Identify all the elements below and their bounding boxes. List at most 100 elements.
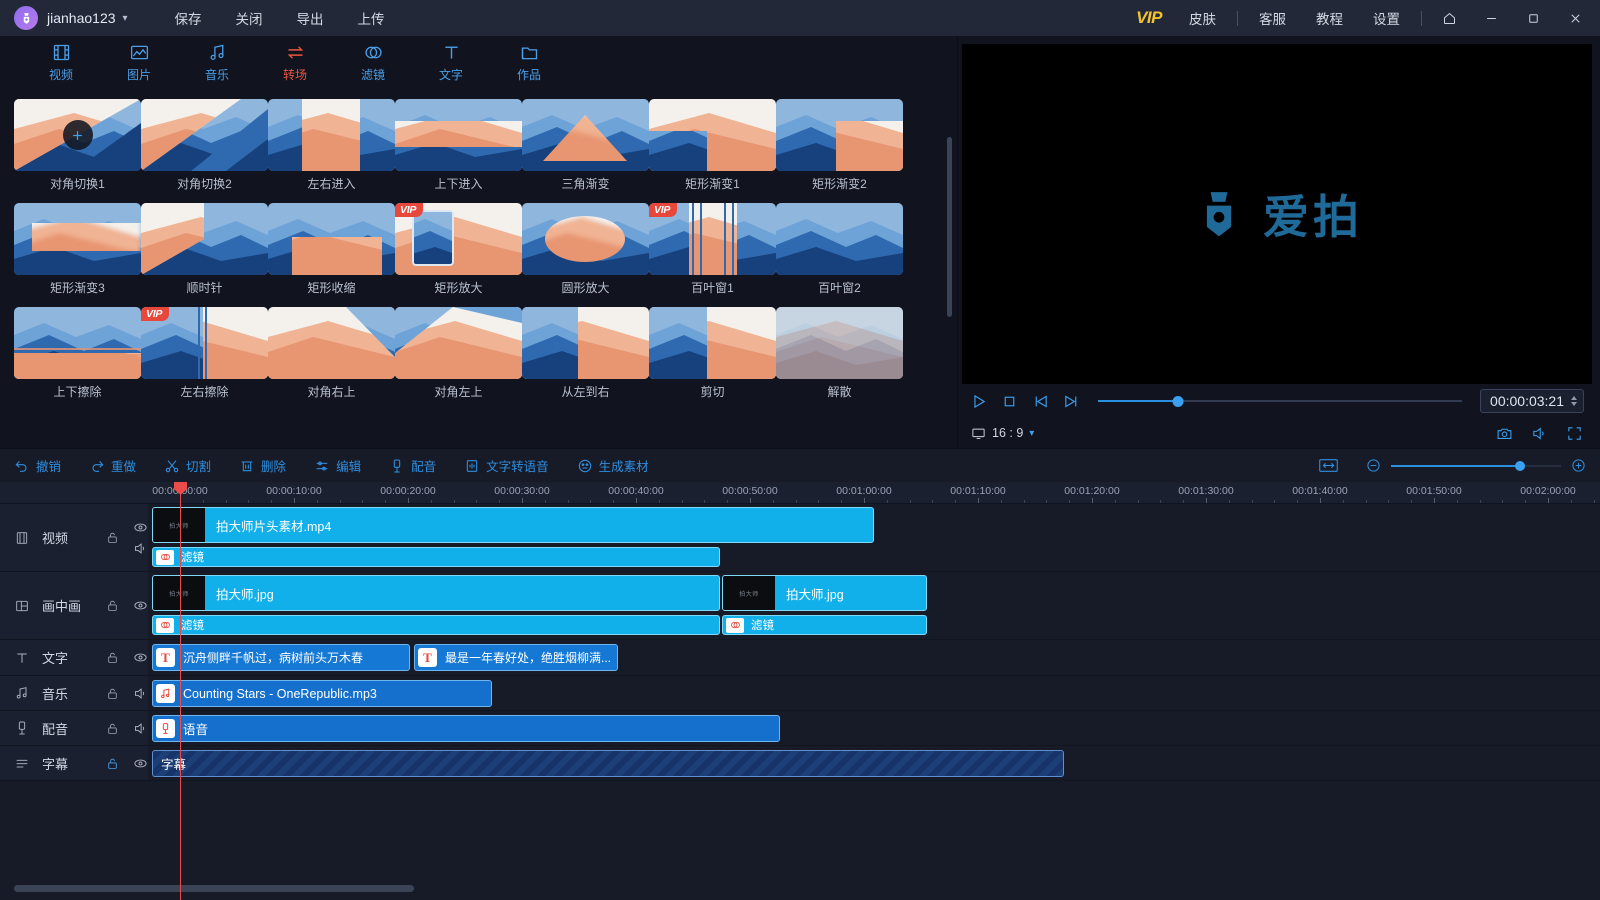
transition-tile[interactable]: 矩形渐变2: [776, 99, 903, 191]
eye-icon[interactable]: [133, 756, 148, 771]
seek-handle[interactable]: [1172, 395, 1184, 407]
export-button[interactable]: 导出: [280, 2, 341, 34]
lock-icon[interactable]: [106, 651, 119, 664]
settings-button[interactable]: 设置: [1358, 2, 1415, 34]
track-lane[interactable]: 字幕: [148, 746, 1600, 780]
generate-button[interactable]: 生成素材: [577, 456, 649, 475]
transition-thumbnail[interactable]: [268, 307, 395, 380]
timeline-clip[interactable]: T 沉舟侧畔千帆过，病树前头万木春: [152, 644, 410, 671]
transition-tile[interactable]: 从左到右: [522, 307, 649, 399]
tab-image[interactable]: 图片: [100, 42, 178, 83]
transition-tile[interactable]: 剪切: [649, 307, 776, 399]
aspect-ratio-select[interactable]: 16 : 9 ▾: [971, 426, 1034, 441]
transition-thumbnail[interactable]: VIP: [141, 307, 268, 380]
transition-thumbnail[interactable]: VIP: [395, 203, 522, 276]
camera-icon[interactable]: [1496, 425, 1513, 442]
eye-icon[interactable]: [133, 598, 148, 613]
tab-music[interactable]: 音乐: [178, 42, 256, 83]
eye-icon[interactable]: [133, 650, 148, 665]
track-lane[interactable]: T 沉舟侧畔千帆过，病树前头万木春 T 最是一年春好处，绝胜烟柳满...: [148, 640, 1600, 675]
transition-thumbnail[interactable]: [522, 203, 649, 276]
chevron-down-icon[interactable]: ▾: [123, 13, 128, 24]
transition-thumbnail[interactable]: VIP: [649, 203, 776, 276]
transition-tile[interactable]: 百叶窗2: [776, 203, 903, 295]
timeline-clip[interactable]: 滤镜: [722, 615, 927, 635]
transition-thumbnail[interactable]: [268, 99, 395, 171]
zoom-slider[interactable]: [1391, 460, 1561, 472]
transition-thumbnail[interactable]: [14, 99, 141, 171]
zoom-in-icon[interactable]: [1571, 458, 1586, 473]
lock-icon[interactable]: [106, 757, 119, 770]
transition-tile[interactable]: 对角切换2: [141, 99, 268, 191]
track-lane[interactable]: 语音: [148, 711, 1600, 745]
volume-icon[interactable]: [1531, 425, 1548, 442]
timecode-stepper[interactable]: [1571, 396, 1577, 406]
timeline-ruler[interactable]: 00:00:00:00 00:00:10:00 00:00:20:00 00:00:3…: [0, 482, 1600, 504]
edit-button[interactable]: 编辑: [314, 456, 361, 475]
transition-thumbnail[interactable]: [776, 307, 903, 380]
tab-video[interactable]: 视频: [22, 42, 100, 83]
eye-icon[interactable]: [133, 520, 148, 535]
transition-tile[interactable]: VIP 百叶窗1: [649, 203, 776, 295]
lock-icon[interactable]: [106, 599, 119, 612]
close-icon[interactable]: [1554, 0, 1596, 36]
next-frame-button[interactable]: [1063, 393, 1080, 410]
timeline-clip[interactable]: 拍大师 拍大师.jpg: [152, 575, 720, 611]
preview-screen[interactable]: 爱拍: [962, 44, 1592, 384]
redo-button[interactable]: 重做: [89, 456, 136, 475]
transition-thumbnail[interactable]: [522, 307, 649, 380]
lock-icon[interactable]: [106, 722, 119, 735]
delete-button[interactable]: 删除: [239, 456, 286, 475]
tts-button[interactable]: 文字转语音: [464, 456, 549, 475]
transition-tile[interactable]: 三角渐变: [522, 99, 649, 191]
speaker-icon[interactable]: [133, 721, 148, 736]
transition-tile[interactable]: 矩形渐变1: [649, 99, 776, 191]
prev-frame-button[interactable]: [1032, 393, 1049, 410]
home-icon[interactable]: [1428, 0, 1470, 36]
transition-tile[interactable]: 矩形渐变3: [14, 203, 141, 295]
speaker-icon[interactable]: [133, 541, 148, 556]
timeline-clip[interactable]: 语音: [152, 715, 780, 742]
lock-icon[interactable]: [106, 687, 119, 700]
tab-filter[interactable]: 滤镜: [334, 42, 412, 83]
split-button[interactable]: 切割: [164, 456, 211, 475]
undo-button[interactable]: 撤销: [14, 456, 61, 475]
stop-button[interactable]: [1001, 393, 1018, 410]
transition-tile[interactable]: 左右进入: [268, 99, 395, 191]
fit-to-window-button[interactable]: [1319, 458, 1338, 473]
transition-thumbnail[interactable]: [14, 203, 141, 276]
transition-thumbnail[interactable]: [14, 307, 141, 380]
transition-tile[interactable]: 矩形收缩: [268, 203, 395, 295]
transition-thumbnail[interactable]: [776, 203, 903, 276]
save-button[interactable]: 保存: [158, 2, 219, 34]
timeline-clip[interactable]: 拍大师 拍大师.jpg: [722, 575, 927, 611]
transition-thumbnail[interactable]: [141, 203, 268, 276]
transition-tile[interactable]: VIP 左右擦除: [141, 307, 268, 399]
transition-tile[interactable]: 顺时针: [141, 203, 268, 295]
transition-tile[interactable]: 对角切换1: [14, 99, 141, 191]
minimize-icon[interactable]: [1470, 0, 1512, 36]
transition-thumbnail[interactable]: [522, 99, 649, 171]
transition-thumbnail[interactable]: [395, 99, 522, 171]
transition-thumbnail[interactable]: [268, 203, 395, 276]
transition-thumbnail[interactable]: [141, 99, 268, 171]
transition-tile[interactable]: 上下擦除: [14, 307, 141, 399]
transition-tile[interactable]: 上下进入: [395, 99, 522, 191]
tab-transition[interactable]: 转场: [256, 42, 334, 83]
maximize-icon[interactable]: [1512, 0, 1554, 36]
timecode-field[interactable]: 00:00:03:21: [1480, 389, 1584, 413]
tab-text[interactable]: 文字: [412, 42, 490, 83]
timeline-clip[interactable]: 滤镜: [152, 615, 720, 635]
timeline-clip[interactable]: Counting Stars - OneRepublic.mp3: [152, 680, 492, 707]
skin-button[interactable]: 皮肤: [1174, 2, 1231, 34]
transition-tile[interactable]: 圆形放大: [522, 203, 649, 295]
transition-thumbnail[interactable]: [649, 99, 776, 171]
vip-badge[interactable]: VIP: [1124, 8, 1174, 28]
timeline-clip[interactable]: 滤镜: [152, 547, 720, 567]
lock-icon[interactable]: [106, 531, 119, 544]
timeline-clip[interactable]: 字幕: [152, 750, 1064, 777]
play-button[interactable]: [970, 393, 987, 410]
horizontal-scrollbar[interactable]: [14, 885, 414, 892]
timeline-clip[interactable]: T 最是一年春好处，绝胜烟柳满...: [414, 644, 618, 671]
support-button[interactable]: 客服: [1244, 2, 1301, 34]
